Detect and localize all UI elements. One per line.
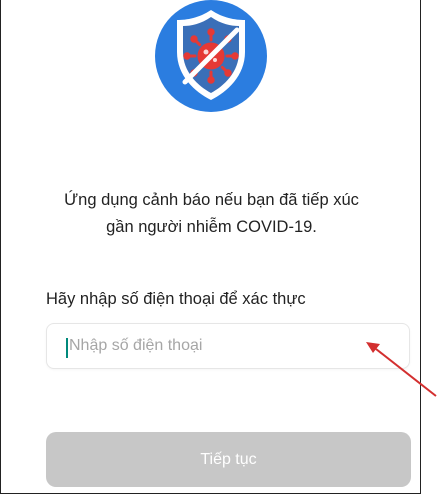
- annotation-arrow: [360, 340, 439, 400]
- continue-button[interactable]: Tiếp tục: [46, 432, 411, 487]
- app-logo: [155, 0, 267, 112]
- app-description: Ứng dụng cảnh báo nếu bạn đã tiếp xúc gầ…: [15, 187, 408, 241]
- red-arrow-icon: [366, 342, 437, 397]
- app-screen: Ứng dụng cảnh báo nếu bạn đã tiếp xúc gầ…: [0, 0, 421, 494]
- phone-input-container[interactable]: [46, 323, 410, 369]
- shield-virus-icon: [155, 0, 267, 112]
- phone-field-label: Hãy nhập số điện thoại để xác thực: [46, 290, 306, 308]
- description-line-2: gần người nhiễm COVID-19.: [106, 218, 317, 236]
- phone-input[interactable]: [69, 324, 399, 368]
- description-line-1: Ứng dụng cảnh báo nếu bạn đã tiếp xúc: [64, 191, 359, 209]
- text-cursor: [66, 338, 68, 358]
